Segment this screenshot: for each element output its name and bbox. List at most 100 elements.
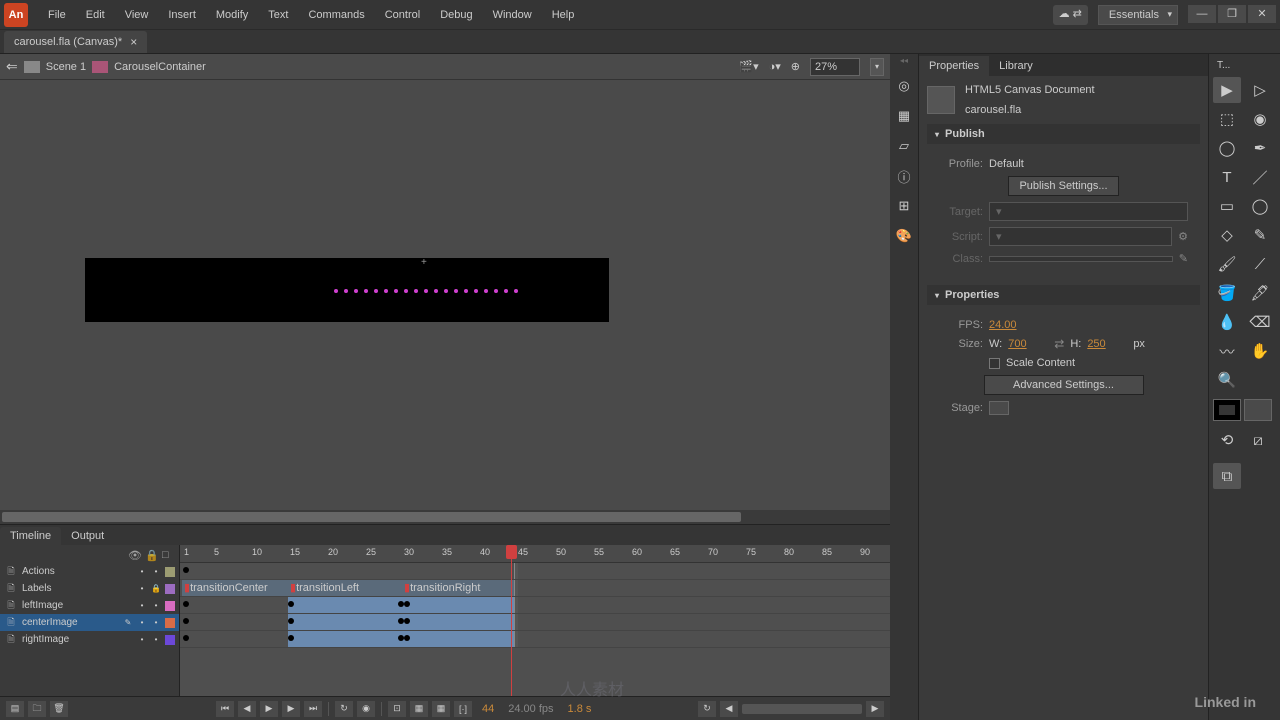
snap-to-objects-icon[interactable]: ⧉ <box>1213 463 1241 489</box>
align2-icon[interactable]: ⊞ <box>894 196 914 216</box>
publish-settings-button[interactable]: Publish Settings... <box>1008 176 1118 196</box>
tools-tab[interactable]: T... <box>1213 58 1276 73</box>
menu-help[interactable]: Help <box>542 5 585 25</box>
zoom-dropdown[interactable]: ▾ <box>870 58 884 76</box>
horizontal-scrollbar[interactable] <box>0 510 890 524</box>
frame-ruler[interactable]: 1 5 10 15 20 25 30 35 40 45 50 55 60 65 <box>180 545 890 563</box>
layer-color[interactable] <box>165 618 175 628</box>
width-value[interactable]: 700 <box>1008 338 1048 350</box>
polystar-tool[interactable]: ◇ <box>1213 222 1241 248</box>
color-icon[interactable]: 🎨 <box>894 226 914 246</box>
outline-icon[interactable]: □ <box>162 549 173 560</box>
tab-timeline[interactable]: Timeline <box>0 527 61 545</box>
onion-button[interactable]: ◉ <box>357 701 375 717</box>
eyedropper-tool[interactable]: 💧 <box>1213 309 1241 335</box>
fps-value[interactable]: 24.00 <box>989 319 1029 331</box>
properties-section-header[interactable]: Properties <box>927 285 1200 305</box>
layer-color[interactable] <box>165 635 175 645</box>
class-input[interactable] <box>989 256 1173 262</box>
zoom-input[interactable]: 27% <box>810 58 860 76</box>
tab-properties[interactable]: Properties <box>919 56 989 76</box>
scene-name[interactable]: Scene 1 <box>46 61 86 73</box>
step-back-button[interactable]: ◀ <box>238 701 256 717</box>
maximize-button[interactable]: ❐ <box>1218 5 1246 23</box>
selection-tool[interactable]: ▶ <box>1213 77 1241 103</box>
frame-row[interactable] <box>180 563 890 580</box>
menu-debug[interactable]: Debug <box>430 5 482 25</box>
bone-tool[interactable]: ⟋ <box>1246 251 1274 277</box>
menu-control[interactable]: Control <box>375 5 430 25</box>
menu-edit[interactable]: Edit <box>76 5 115 25</box>
stage-color-swatch[interactable] <box>989 401 1009 415</box>
layer-color[interactable] <box>165 584 175 594</box>
swap-colors-icon[interactable]: ⟲ <box>1213 427 1241 453</box>
onion-skin-button[interactable]: ▦ <box>410 701 428 717</box>
free-transform-tool[interactable]: ⬚ <box>1213 106 1241 132</box>
pencil-tool[interactable]: ✎ <box>1246 222 1274 248</box>
close-icon[interactable]: × <box>130 35 137 49</box>
3d-rotate-tool[interactable]: ◉ <box>1246 106 1274 132</box>
frame-row[interactable] <box>180 614 890 631</box>
stroke-color[interactable] <box>1213 399 1241 421</box>
scroll-left-button[interactable]: ◀ <box>720 701 738 717</box>
menu-modify[interactable]: Modify <box>206 5 258 25</box>
new-folder-button[interactable]: 🗀 <box>28 701 46 717</box>
lock-icon[interactable]: 🔒 <box>145 549 156 560</box>
scroll-right-button[interactable]: ▶ <box>866 701 884 717</box>
tab-library[interactable]: Library <box>989 56 1043 76</box>
goto-last-button[interactable]: ⏭ <box>304 701 322 717</box>
clip-icon[interactable]: 🎬▾ <box>739 60 758 73</box>
play-button[interactable]: ▶ <box>260 701 278 717</box>
sync-button[interactable]: ☁ ⇄ <box>1053 5 1088 25</box>
pen-tool[interactable]: ✒ <box>1246 135 1274 161</box>
document-tab[interactable]: carousel.fla (Canvas)* × <box>4 31 147 53</box>
layer-color[interactable] <box>165 601 175 611</box>
fps-display[interactable]: 24.00 fps <box>504 703 557 715</box>
fill-color[interactable] <box>1244 399 1272 421</box>
transform-icon[interactable]: ▱ <box>894 136 914 156</box>
close-button[interactable]: ✕ <box>1248 5 1276 23</box>
tab-output[interactable]: Output <box>61 527 114 545</box>
swatches-icon[interactable]: ▦ <box>894 106 914 126</box>
layer-rightimage[interactable]: 🗎 rightImage •• <box>0 631 179 648</box>
text-tool[interactable]: T <box>1213 164 1241 190</box>
eye-icon[interactable]: 👁 <box>128 549 139 560</box>
advanced-settings-button[interactable]: Advanced Settings... <box>984 375 1144 395</box>
link-icon[interactable]: ⇄ <box>1054 337 1064 351</box>
current-frame[interactable]: 44 <box>476 703 500 715</box>
menu-view[interactable]: View <box>115 5 159 25</box>
menu-insert[interactable]: Insert <box>158 5 206 25</box>
no-color-icon[interactable]: ⧄ <box>1244 427 1272 453</box>
menu-window[interactable]: Window <box>483 5 542 25</box>
pencil-icon[interactable]: ✎ <box>1179 252 1188 265</box>
center-icon[interactable]: ⊕ <box>791 60 800 73</box>
frame-row[interactable] <box>180 631 890 648</box>
height-value[interactable]: 250 <box>1087 338 1127 350</box>
layer-leftimage[interactable]: 🗎 leftImage •• <box>0 597 179 614</box>
workspace-selector[interactable]: Essentials <box>1098 5 1178 25</box>
layer-centerimage[interactable]: 🗎 centerImage ✎ •• <box>0 614 179 631</box>
minimize-button[interactable]: — <box>1188 5 1216 23</box>
loop-button[interactable]: ↻ <box>335 701 353 717</box>
markers-button[interactable]: [·] <box>454 701 472 717</box>
subselect-tool[interactable]: ▷ <box>1246 77 1274 103</box>
line-tool[interactable]: ／ <box>1246 164 1274 190</box>
delete-layer-button[interactable]: 🗑 <box>50 701 68 717</box>
gear-icon[interactable]: ⚙ <box>1178 230 1188 243</box>
layer-labels[interactable]: 🗎 Labels •🔒 <box>0 580 179 597</box>
menu-text[interactable]: Text <box>258 5 298 25</box>
ink-bottle-tool[interactable]: 🖋 <box>1246 280 1274 306</box>
oval-tool[interactable]: ◯ <box>1246 193 1274 219</box>
publish-section-header[interactable]: Publish <box>927 124 1200 144</box>
rectangle-tool[interactable]: ▭ <box>1213 193 1241 219</box>
eraser-tool[interactable]: ⌫ <box>1246 309 1274 335</box>
layer-color[interactable] <box>165 567 175 577</box>
layer-actions[interactable]: 🗎 Actions •• <box>0 563 179 580</box>
new-layer-button[interactable]: ▤ <box>6 701 24 717</box>
frames-area[interactable]: 1 5 10 15 20 25 30 35 40 45 50 55 60 65 <box>180 545 890 696</box>
refresh-button[interactable]: ↻ <box>698 701 716 717</box>
frame-row[interactable] <box>180 597 890 614</box>
goto-first-button[interactable]: ⏮ <box>216 701 234 717</box>
frame-row[interactable]: ▮transitionCenter ▮transitionLeft ▮trans… <box>180 580 890 597</box>
symbol-name[interactable]: CarouselContainer <box>114 61 206 73</box>
